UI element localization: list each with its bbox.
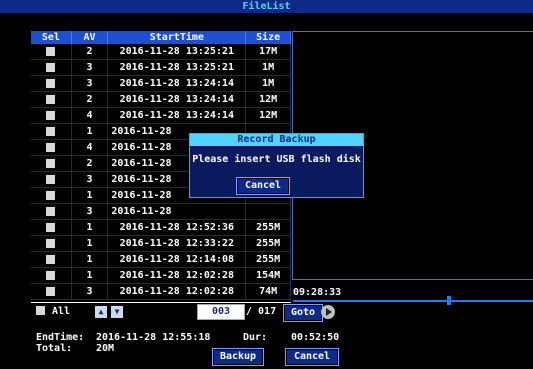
record-backup-dialog: Record Backup Please insert USB flash di… [189, 133, 364, 198]
cell-av: 1 [71, 219, 109, 236]
goto-button[interactable]: Goto [283, 304, 323, 322]
cell-av: 3 [71, 75, 109, 92]
cell-starttime: 2016-11-28 13:25:21 [107, 59, 247, 76]
cancel-button[interactable]: Cancel [285, 348, 339, 366]
row-checkbox[interactable] [46, 206, 56, 216]
table-row[interactable]: 4 2016-11-28 13:24:14 12M [31, 107, 291, 124]
table-row[interactable]: 3 2016-11-28 [31, 203, 291, 220]
select-all-checkbox[interactable] [36, 306, 45, 315]
table-row[interactable]: 2 2016-11-28 13:24:14 12M [31, 91, 291, 108]
row-checkbox[interactable] [46, 46, 56, 56]
cell-size [245, 203, 291, 220]
cell-av: 3 [71, 283, 109, 300]
play-icon[interactable] [321, 305, 335, 319]
cell-av: 2 [71, 91, 109, 108]
cell-av: 3 [71, 59, 109, 76]
row-checkbox[interactable] [46, 270, 56, 280]
row-checkbox[interactable] [46, 174, 56, 184]
total-value: 20M [96, 343, 115, 354]
row-checkbox[interactable] [46, 286, 56, 296]
header-av[interactable]: AV [71, 31, 109, 44]
row-checkbox[interactable] [46, 62, 56, 72]
total-label: Total: [36, 343, 73, 354]
cell-av: 1 [71, 235, 109, 252]
divider [31, 302, 291, 303]
row-checkbox[interactable] [46, 222, 56, 232]
cell-starttime: 2016-11-28 12:14:08 [107, 251, 247, 268]
cell-av: 2 [71, 44, 109, 60]
cell-size: 17M [245, 44, 291, 60]
cell-size: 255M [245, 251, 291, 268]
cell-starttime: 2016-11-28 12:52:36 [107, 219, 247, 236]
table-row[interactable]: 1 2016-11-28 12:52:36 255M [31, 219, 291, 236]
cell-starttime: 2016-11-28 12:02:28 [107, 267, 247, 284]
timeline-slider-handle[interactable] [447, 296, 451, 305]
page-number-input[interactable]: 003 [197, 304, 245, 320]
duration-label: Dur: [243, 332, 268, 343]
cell-size: 12M [245, 91, 291, 108]
endtime-label: EndTime: [36, 332, 85, 343]
cell-av: 4 [71, 139, 109, 156]
dialog-title: Record Backup [190, 134, 363, 146]
timeline-track[interactable] [293, 300, 533, 302]
page-up-button[interactable]: ▲ [95, 306, 107, 318]
row-checkbox[interactable] [46, 142, 56, 152]
table-row[interactable]: 1 2016-11-28 12:02:28 154M [31, 267, 291, 284]
cell-size: 12M [245, 107, 291, 124]
table-row[interactable]: 2 2016-11-28 13:25:21 17M [31, 44, 291, 60]
cell-starttime: 2016-11-28 [107, 203, 247, 220]
cell-av: 1 [71, 251, 109, 268]
cell-size: 1M [245, 75, 291, 92]
cell-size: 154M [245, 267, 291, 284]
table-row[interactable]: 3 2016-11-28 13:25:21 1M [31, 59, 291, 76]
arrow-down-icon: ▼ [114, 307, 120, 316]
dialog-cancel-button[interactable]: Cancel [236, 177, 290, 195]
row-checkbox[interactable] [46, 78, 56, 88]
header-starttime[interactable]: StartTime [107, 31, 247, 44]
row-checkbox[interactable] [46, 190, 56, 200]
cell-av: 1 [71, 123, 109, 140]
cell-starttime: 2016-11-28 13:24:14 [107, 75, 247, 92]
duration-value: 00:52:50 [291, 332, 340, 343]
cell-av: 1 [71, 187, 109, 204]
page-down-button[interactable]: ▼ [111, 306, 123, 318]
row-checkbox[interactable] [46, 126, 56, 136]
row-checkbox[interactable] [46, 158, 56, 168]
cell-av: 2 [71, 155, 109, 172]
timeline-time: 09:28:33 [293, 287, 342, 298]
table-row[interactable]: 1 2016-11-28 12:14:08 255M [31, 251, 291, 268]
dialog-message: Please insert USB flash disk [192, 154, 361, 165]
window-title: FileList [0, 0, 533, 13]
table-row[interactable]: 3 2016-11-28 13:24:14 1M [31, 75, 291, 92]
cell-size: 255M [245, 219, 291, 236]
row-checkbox[interactable] [46, 94, 56, 104]
cell-size: 74M [245, 283, 291, 300]
row-checkbox[interactable] [46, 238, 56, 248]
header-sel[interactable]: Sel [31, 31, 72, 44]
row-checkbox[interactable] [46, 110, 56, 120]
table-header-row: Sel AV StartTime Size [31, 31, 291, 44]
cell-starttime: 2016-11-28 13:25:21 [107, 44, 247, 60]
cell-av: 3 [71, 171, 109, 188]
cell-size: 255M [245, 235, 291, 252]
cell-av: 3 [71, 203, 109, 220]
page-total: / 017 [246, 306, 277, 317]
endtime-value: 2016-11-28 12:55:18 [96, 332, 211, 343]
cell-size: 1M [245, 59, 291, 76]
cell-av: 4 [71, 107, 109, 124]
cell-starttime: 2016-11-28 13:24:14 [107, 107, 247, 124]
arrow-up-icon: ▲ [98, 307, 104, 316]
table-row[interactable]: 3 2016-11-28 12:02:28 74M [31, 283, 291, 300]
cell-starttime: 2016-11-28 12:33:22 [107, 235, 247, 252]
row-checkbox[interactable] [46, 254, 56, 264]
backup-button[interactable]: Backup [212, 348, 264, 366]
table-row[interactable]: 1 2016-11-28 12:33:22 255M [31, 235, 291, 252]
cell-starttime: 2016-11-28 13:24:14 [107, 91, 247, 108]
header-size[interactable]: Size [245, 31, 291, 44]
cell-av: 1 [71, 267, 109, 284]
select-all-label: All [52, 306, 71, 317]
cell-starttime: 2016-11-28 12:02:28 [107, 283, 247, 300]
